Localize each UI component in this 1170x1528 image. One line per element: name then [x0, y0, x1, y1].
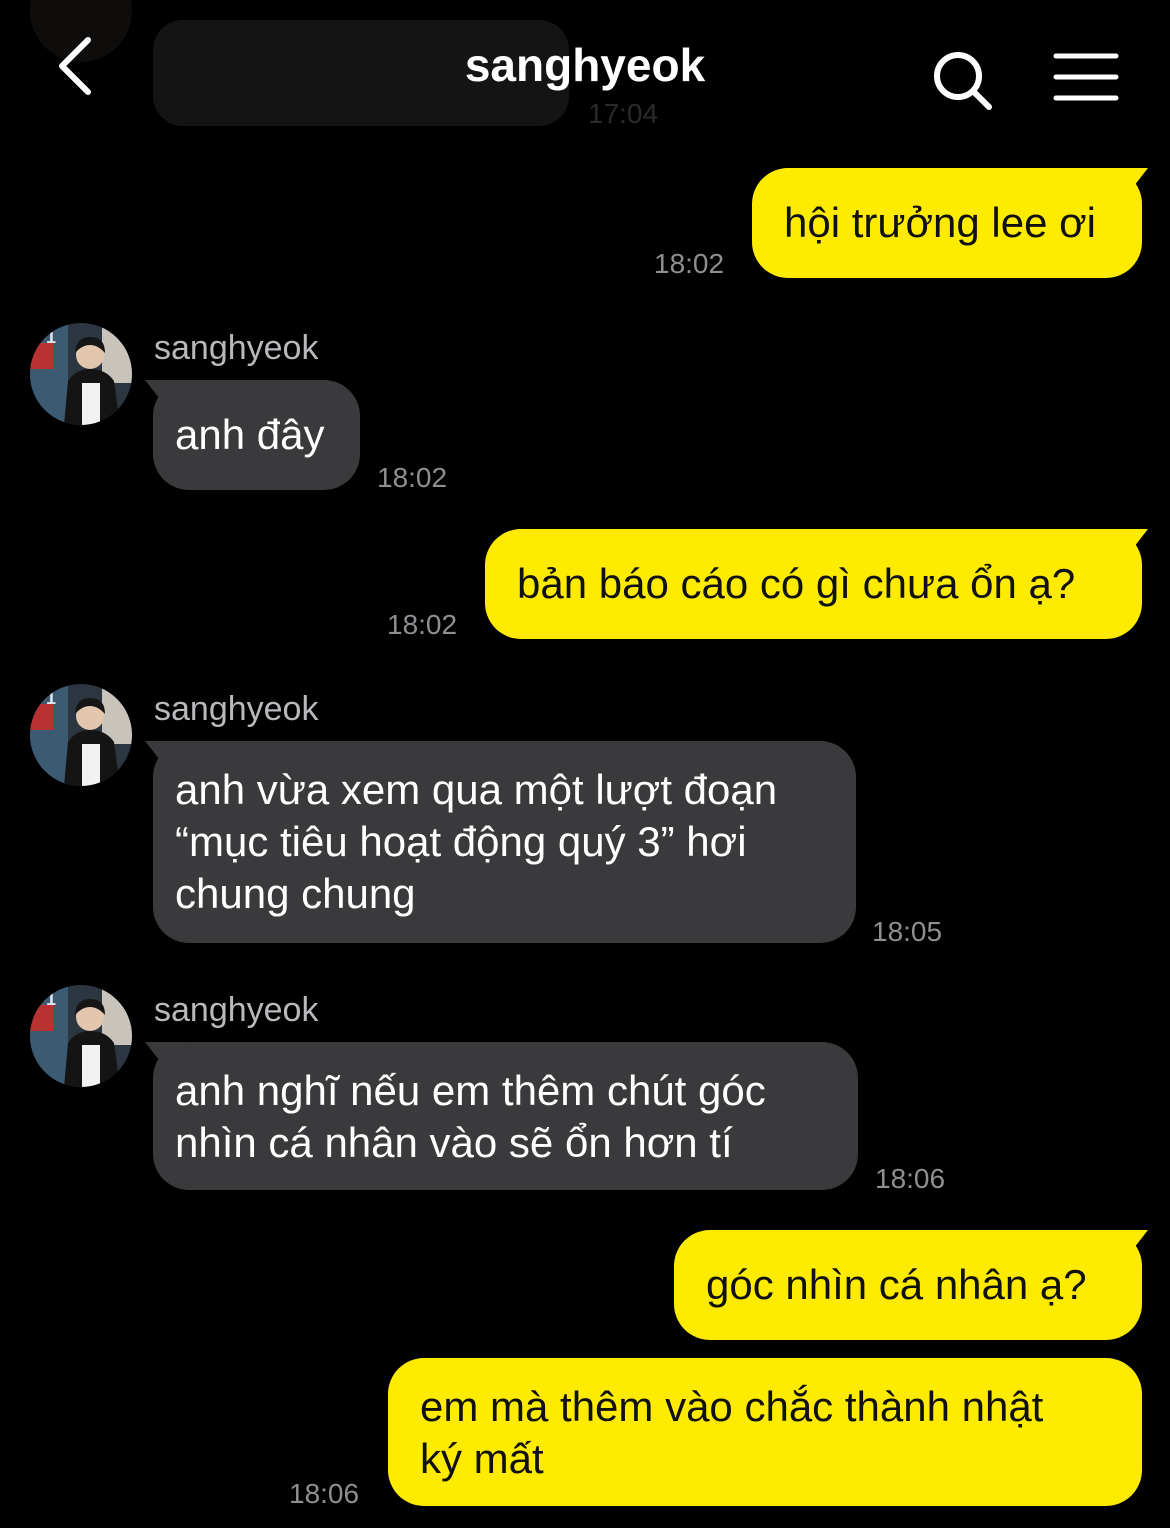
message-time: 18:05 — [872, 916, 943, 947]
sender-name: sanghyeok — [154, 690, 319, 728]
svg-text:F1: F1 — [35, 989, 56, 1009]
hamburger-menu-icon — [1053, 53, 1119, 101]
profile-photo-icon: F1 — [30, 985, 132, 1087]
incoming-message-bubble[interactable]: anh nghĩ nếu em thêm chút góc nhìn cá nh… — [145, 1042, 858, 1190]
message-text-line: anh nghĩ nếu em thêm chút góc — [175, 1067, 766, 1114]
message-time: 18:02 — [654, 248, 725, 279]
sender-name: sanghyeok — [154, 329, 319, 367]
message-text: hội trưởng lee ơi — [784, 199, 1097, 246]
bubble-tail-icon — [145, 1042, 185, 1078]
incoming-message-bubble[interactable]: anh đây — [145, 380, 360, 490]
back-button[interactable] — [40, 30, 112, 102]
search-icon — [934, 52, 992, 110]
menu-button[interactable] — [1050, 46, 1122, 108]
avatar[interactable]: F1 — [30, 323, 132, 425]
bubble-tail-icon — [1108, 1230, 1148, 1266]
profile-photo-icon: F1 — [30, 323, 132, 425]
sender-name: sanghyeok — [154, 991, 319, 1029]
message-text-line: em mà thêm vào chắc thành nhật — [420, 1383, 1044, 1430]
message-text-line: ký mất — [420, 1435, 544, 1482]
bubble-tail-icon — [145, 380, 185, 416]
message-time: 18:06 — [875, 1163, 946, 1194]
svg-text:F1: F1 — [35, 327, 56, 347]
message-text: anh đây — [175, 411, 325, 458]
message-text-line: anh vừa xem qua một lượt đoạn — [175, 766, 778, 813]
chat-header: sanghyeok — [0, 0, 1170, 140]
outgoing-message-bubble[interactable]: em mà thêm vào chắc thành nhật ký mất — [388, 1358, 1142, 1506]
bubble-tail-icon — [1108, 168, 1148, 204]
outgoing-message-bubble[interactable]: hội trưởng lee ơi — [752, 168, 1148, 278]
chevron-left-icon — [59, 37, 91, 95]
message-text-line: “mục tiêu hoạt động quý 3” hơi — [175, 818, 747, 865]
bubble-tail-icon — [145, 741, 185, 777]
search-button[interactable] — [926, 44, 998, 116]
message-time: 18:06 — [289, 1478, 360, 1509]
avatar[interactable]: F1 — [30, 684, 132, 786]
incoming-message-bubble[interactable]: anh vừa xem qua một lượt đoạn “mục tiêu … — [145, 741, 856, 943]
message-text: bản báo cáo có gì chưa ổn ạ? — [517, 560, 1076, 607]
chat-title: sanghyeok — [464, 39, 706, 91]
message-time: 18:02 — [377, 462, 448, 493]
bubble-tail-icon — [1108, 529, 1148, 565]
message-text-line: chung chung — [175, 870, 416, 917]
message-text-line: nhìn cá nhân vào sẽ ổn hơn tí — [175, 1119, 733, 1166]
outgoing-message-bubble[interactable]: góc nhìn cá nhân ạ? — [674, 1230, 1148, 1340]
outgoing-message-bubble[interactable]: bản báo cáo có gì chưa ổn ạ? — [485, 529, 1148, 639]
avatar[interactable]: F1 — [30, 985, 132, 1087]
svg-text:F1: F1 — [35, 688, 56, 708]
profile-photo-icon: F1 — [30, 684, 132, 786]
message-time: 18:02 — [387, 609, 458, 640]
message-text: góc nhìn cá nhân ạ? — [706, 1261, 1087, 1308]
